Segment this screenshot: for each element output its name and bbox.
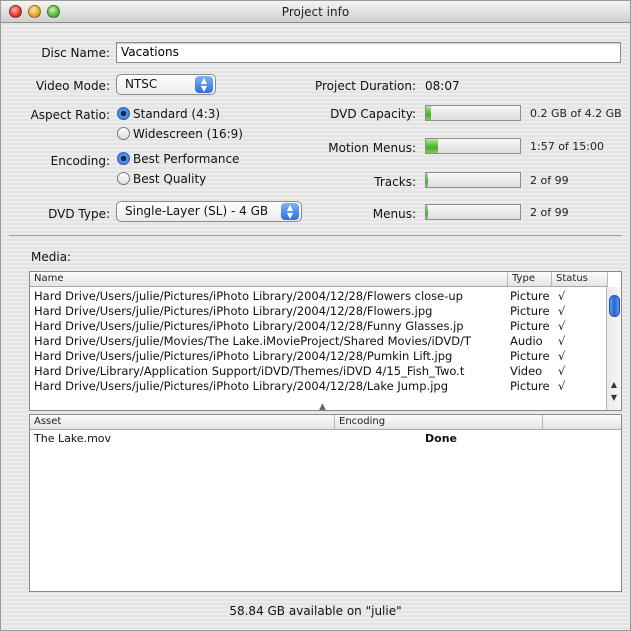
motion-menus-label: Motion Menus: (328, 141, 416, 155)
dvd-capacity-label: DVD Capacity: (330, 107, 416, 121)
scroll-thumb[interactable] (609, 295, 620, 317)
meter-fill (426, 173, 428, 187)
aspect-standard-radio[interactable]: Standard (4:3) (117, 107, 220, 121)
radio-selected-icon (117, 107, 130, 120)
aspect-standard-label: Standard (4:3) (133, 107, 221, 121)
asset-table[interactable]: Asset Encoding The Lake.mov Done (29, 414, 622, 592)
table-row[interactable]: The Lake.mov Done (30, 432, 620, 447)
dvd-type-label: DVD Type: (48, 207, 110, 221)
media-table[interactable]: Name Type Status Hard Drive/Users/julie/… (29, 271, 622, 411)
popup-arrows-icon: ▲ ▼ (195, 76, 213, 93)
media-status-cell: √ (558, 319, 566, 333)
dvd-capacity-meter (425, 105, 521, 121)
media-type-cell: Picture (510, 379, 550, 393)
media-name-cell: Hard Drive/Users/julie/Pictures/iPhoto L… (34, 304, 433, 318)
media-label: Media: (31, 250, 72, 264)
media-name-cell: Hard Drive/Users/julie/Pictures/iPhoto L… (34, 319, 464, 333)
media-type-cell: Audio (510, 334, 543, 348)
video-mode-label: Video Mode: (35, 79, 110, 93)
table-row[interactable]: Hard Drive/Users/julie/Pictures/iPhoto L… (30, 349, 608, 364)
media-status-cell: √ (558, 364, 566, 378)
meter-fill (426, 106, 431, 120)
media-type-cell: Video (510, 364, 543, 378)
disc-name-label: Disc Name: (41, 46, 110, 60)
video-mode-popup[interactable]: NTSC ▲ ▼ (116, 74, 216, 95)
encoding-best-performance-radio[interactable]: Best Performance (117, 152, 239, 166)
meter-fill (426, 205, 428, 219)
menus-label: Menus: (372, 207, 416, 221)
asset-col-asset[interactable]: Asset (30, 415, 335, 430)
media-col-type[interactable]: Type (508, 272, 552, 287)
dvd-capacity-value: 0.2 GB of 4.2 GB (530, 107, 622, 120)
media-status-cell: √ (558, 289, 566, 303)
scroll-up-icon[interactable]: ▲ (607, 380, 621, 393)
menus-meter (425, 204, 521, 220)
media-name-cell: Hard Drive/Users/julie/Pictures/iPhoto L… (34, 379, 448, 393)
media-status-cell: √ (558, 304, 566, 318)
project-info-window: Project info Disc Name: Vacations Video … (0, 0, 631, 631)
media-name-cell: Hard Drive/Users/julie/Pictures/iPhoto L… (34, 349, 453, 363)
motion-menus-value: 1:57 of 15:00 (530, 140, 604, 153)
media-type-cell: Picture (510, 289, 550, 303)
meter-fill (426, 139, 438, 153)
aspect-ratio-label: Aspect Ratio: (30, 108, 110, 122)
table-row[interactable]: Hard Drive/Users/julie/Pictures/iPhoto L… (30, 289, 608, 304)
encoding-best-quality-label: Best Quality (133, 172, 207, 186)
encoding-best-quality-radio[interactable]: Best Quality (117, 172, 206, 186)
tracks-meter (425, 172, 521, 188)
asset-encoding-cell: Done (425, 432, 457, 445)
dvd-type-popup[interactable]: Single-Layer (SL) - 4 GB ▲ ▼ (116, 201, 302, 222)
title-bar[interactable]: Project info (1, 1, 630, 23)
tracks-label: Tracks: (374, 175, 416, 189)
media-name-cell: Hard Drive/Users/julie/Movies/The Lake.i… (34, 334, 471, 348)
media-status-cell: √ (558, 379, 566, 393)
table-row[interactable]: Hard Drive/Users/julie/Pictures/iPhoto L… (30, 379, 608, 394)
media-type-cell: Picture (510, 319, 550, 333)
popup-arrows-icon: ▲ ▼ (281, 203, 299, 220)
media-name-cell: Hard Drive/Users/julie/Pictures/iPhoto L… (34, 289, 463, 303)
table-row[interactable]: Hard Drive/Library/Application Support/i… (30, 364, 608, 379)
project-duration-value: 08:07 (425, 79, 460, 93)
video-mode-value: NTSC (125, 77, 158, 91)
asset-col-encoding[interactable]: Encoding (335, 415, 543, 430)
media-type-cell: Picture (510, 304, 550, 318)
project-duration-label: Project Duration: (314, 79, 416, 93)
media-status-cell: √ (558, 349, 566, 363)
radio-unselected-icon (117, 172, 130, 185)
table-row[interactable]: Hard Drive/Users/julie/Pictures/iPhoto L… (30, 319, 608, 334)
table-row[interactable]: Hard Drive/Users/julie/Movies/The Lake.i… (30, 334, 608, 349)
media-col-status[interactable]: Status (552, 272, 608, 287)
media-col-name[interactable]: Name (30, 272, 508, 287)
motion-menus-meter (425, 138, 521, 154)
encoding-best-performance-label: Best Performance (133, 152, 240, 166)
media-type-cell: Picture (510, 349, 550, 363)
aspect-widescreen-radio[interactable]: Widescreen (16:9) (117, 127, 243, 141)
media-name-cell: Hard Drive/Library/Application Support/i… (34, 364, 465, 378)
menus-value: 2 of 99 (530, 206, 569, 219)
tracks-value: 2 of 99 (530, 174, 569, 187)
encoding-label: Encoding: (50, 154, 110, 168)
aspect-widescreen-label: Widescreen (16:9) (133, 127, 243, 141)
radio-unselected-icon (117, 127, 130, 140)
dvd-type-value: Single-Layer (SL) - 4 GB (125, 204, 269, 218)
window-title: Project info (281, 5, 350, 19)
media-status-cell: √ (558, 334, 566, 348)
table-row[interactable]: Hard Drive/Users/julie/Pictures/iPhoto L… (30, 304, 608, 319)
splitter-handle-icon[interactable]: ▲ (319, 402, 326, 412)
available-space-status: 58.84 GB available on "julie" (229, 604, 402, 618)
asset-name-cell: The Lake.mov (34, 432, 112, 445)
media-scrollbar[interactable]: ▲ ▼ (606, 287, 621, 410)
scroll-down-icon[interactable]: ▼ (607, 393, 621, 406)
asset-col-extra (543, 415, 621, 430)
radio-selected-icon (117, 152, 130, 165)
section-divider (9, 235, 622, 236)
disc-name-field[interactable]: Vacations (116, 42, 621, 63)
